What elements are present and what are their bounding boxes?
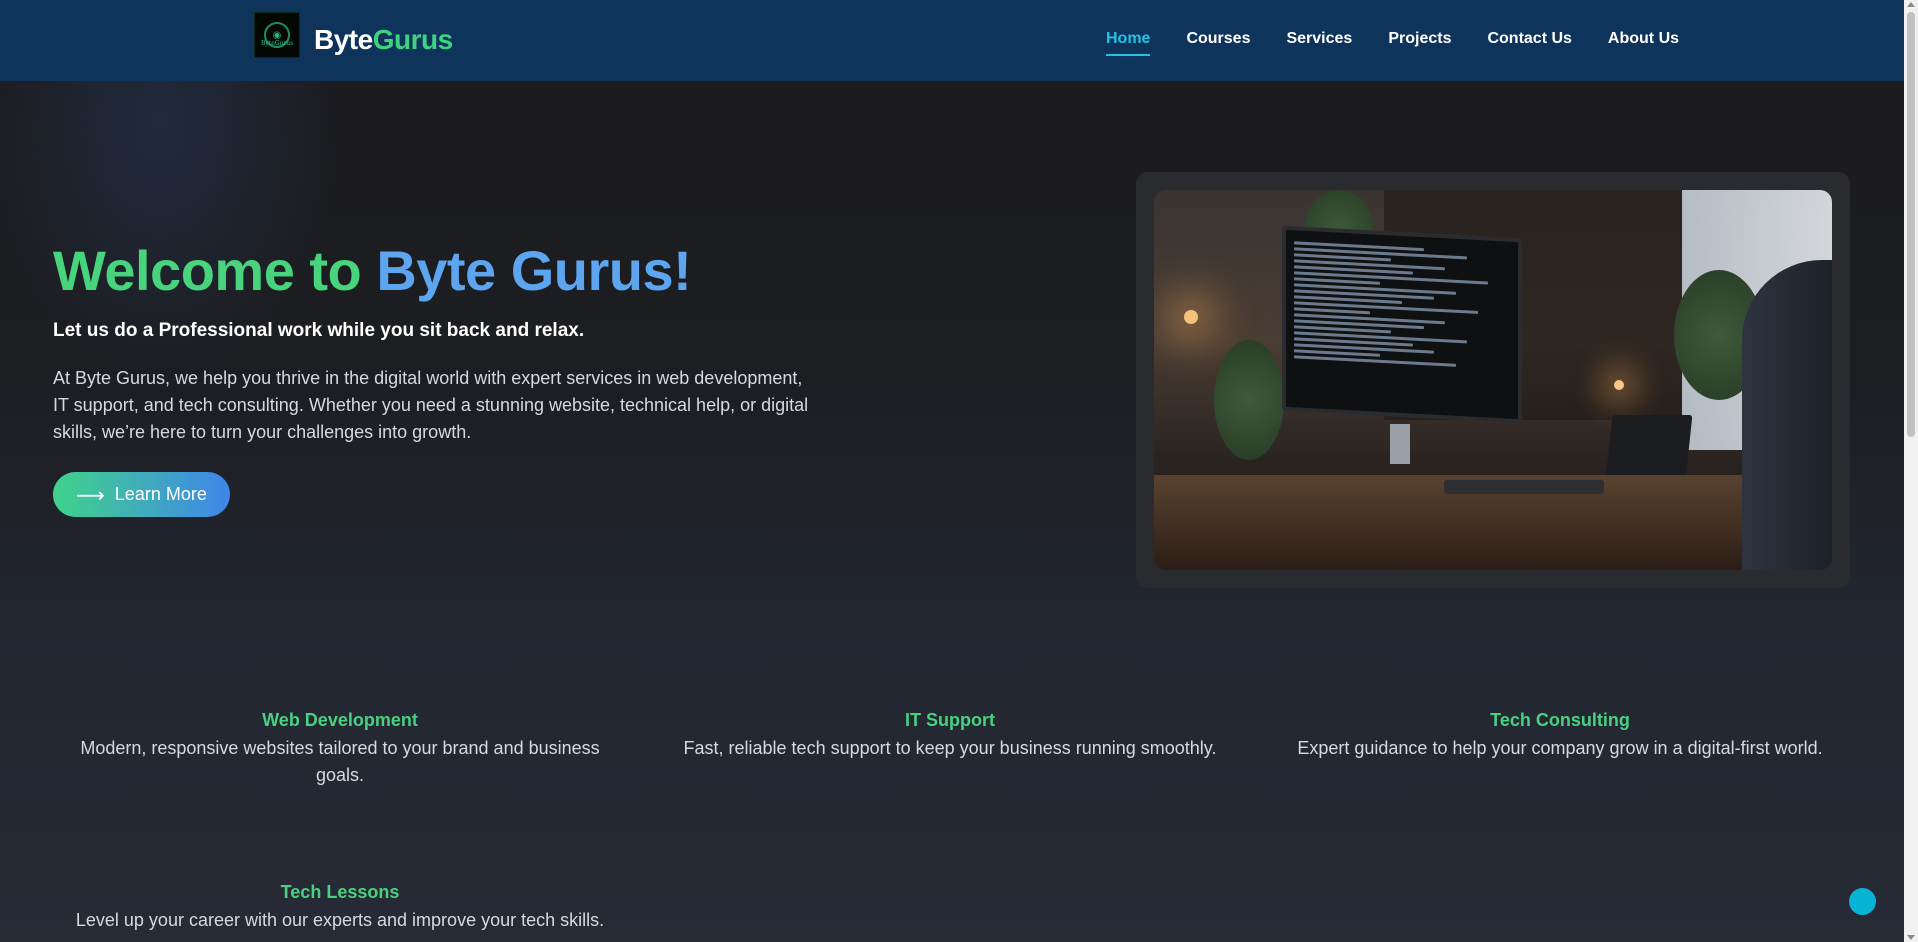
learn-more-button[interactable]: ⟶ Learn More (53, 472, 230, 517)
hero-title-part1: Welcome to (53, 239, 362, 302)
chat-bubble-button[interactable] (1849, 888, 1876, 915)
arrow-right-icon: ⟶ (76, 482, 105, 507)
service-title: Tech Lessons (280, 882, 400, 902)
image-chair (1742, 260, 1832, 570)
service-card-tech-consulting: Tech Consulting Expert guidance to help … (1280, 710, 1840, 762)
hero-workspace-image (1154, 190, 1832, 570)
hero-subtitle: Let us do a Professional work while you … (53, 320, 585, 341)
hero-description: At Byte Gurus, we help you thrive in the… (53, 368, 809, 442)
service-title: IT Support (905, 710, 995, 730)
service-card-tech-lessons: Tech Lessons Level up your career with o… (60, 882, 620, 934)
image-monitor (1282, 225, 1522, 424)
main-nav: Home Courses Services Projects Contact U… (1106, 0, 1679, 81)
image-monitor-stand (1390, 424, 1410, 464)
service-description: Fast, reliable tech support to keep your… (683, 738, 1217, 758)
image-keyboard (1444, 480, 1604, 494)
logo-mini-text: ByteGurus (261, 40, 294, 47)
hero-title: Welcome to Byte Gurus! (53, 238, 692, 303)
service-title: Tech Consulting (1490, 710, 1630, 730)
nav-contact-us[interactable]: Contact Us (1487, 30, 1571, 52)
service-description: Level up your career with our experts an… (75, 910, 605, 930)
brand-part1: Byte (314, 24, 373, 55)
nav-home[interactable]: Home (1106, 30, 1151, 56)
brand-name[interactable]: ByteGurus (314, 24, 453, 56)
brand-part2: Gurus (372, 24, 453, 55)
hero-title-part2: Byte Gurus! (376, 239, 692, 302)
logo-image[interactable]: ◉ ByteGurus (254, 12, 300, 58)
nav-about-us[interactable]: About Us (1608, 30, 1679, 52)
nav-courses[interactable]: Courses (1186, 30, 1250, 52)
image-lamp (1184, 310, 1198, 324)
scroll-down-icon[interactable] (1907, 935, 1915, 940)
image-plant (1214, 340, 1284, 460)
navbar: ◉ ByteGurus ByteGurus Home Courses Servi… (0, 0, 1904, 81)
image-laptop (1605, 415, 1693, 480)
nav-projects[interactable]: Projects (1388, 30, 1451, 52)
learn-more-label: Learn More (114, 484, 207, 504)
service-description: Modern, responsive websites tailored to … (80, 738, 600, 785)
scroll-up-icon[interactable] (1907, 2, 1915, 7)
image-lamp (1614, 380, 1624, 390)
nav-services[interactable]: Services (1286, 30, 1352, 52)
hero-image-card (1136, 172, 1850, 588)
page: ◉ ByteGurus ByteGurus Home Courses Servi… (0, 0, 1904, 942)
service-title: Web Development (262, 710, 418, 730)
service-card-it-support: IT Support Fast, reliable tech support t… (670, 710, 1230, 762)
service-card-web-development: Web Development Modern, responsive websi… (60, 710, 620, 789)
vertical-scrollbar[interactable] (1904, 0, 1918, 942)
service-description: Expert guidance to help your company gro… (1297, 738, 1823, 758)
scroll-thumb[interactable] (1907, 12, 1915, 437)
image-code-lines (1294, 238, 1510, 410)
